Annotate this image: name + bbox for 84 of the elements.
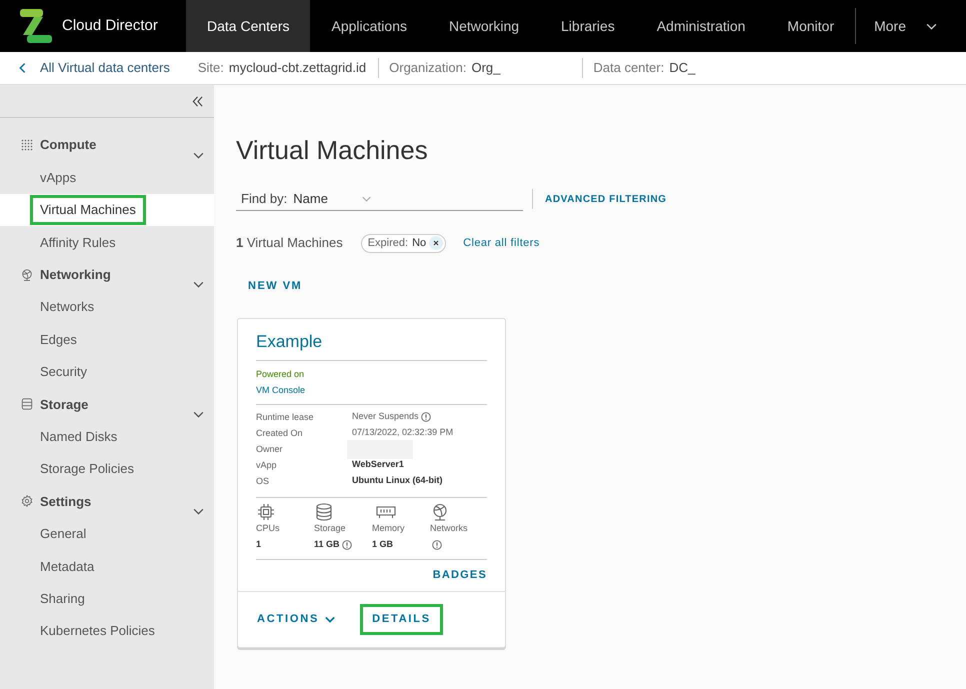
context-value: DC_ <box>669 59 696 78</box>
sidebar-item[interactable]: vApps <box>0 161 214 194</box>
app-title: Cloud Director <box>62 16 158 36</box>
detail-value: Ubuntu Linux (64-bit) <box>352 474 442 488</box>
resource-label: CPUs <box>256 522 280 535</box>
info-icon <box>342 540 352 550</box>
vm-console-link[interactable]: VM Console <box>256 382 306 398</box>
resource-label: Memory <box>372 522 405 535</box>
nav-tab[interactable]: Administration <box>636 0 766 52</box>
logo-icon <box>20 8 52 44</box>
chevron-left-icon <box>19 62 26 74</box>
detail-value: Never Suspends <box>352 410 419 424</box>
nav-tab[interactable]: Networking <box>428 0 540 52</box>
info-icon <box>420 412 431 422</box>
sidebar-group-label: Networking <box>40 266 111 284</box>
info-icon <box>432 540 442 550</box>
detail-value: WebServer1 <box>352 458 404 472</box>
new-vm-button[interactable]: NEW VM <box>236 270 314 302</box>
resource-value: 1 GB <box>372 538 394 552</box>
chevron-down-icon[interactable] <box>193 410 204 418</box>
detail-label: vApp <box>256 459 278 472</box>
advanced-filtering-link[interactable]: ADVANCED FILTERING <box>545 192 667 206</box>
chevron-down-icon <box>325 616 336 623</box>
resource-value: 11 GB <box>314 538 340 552</box>
close-icon[interactable] <box>429 236 444 250</box>
badges-link[interactable]: BADGES <box>432 567 487 583</box>
sidebar-item[interactable]: Affinity Rules <box>0 226 214 259</box>
more-menu-button[interactable]: More <box>856 0 938 52</box>
detail-label: Owner <box>256 443 284 456</box>
find-by-dropdown[interactable]: Find by: Name <box>236 187 523 211</box>
sidebar-item[interactable]: Named Disks <box>0 420 214 453</box>
sidebar-item[interactable]: General <box>0 518 214 550</box>
sidebar-group-label: Compute <box>40 136 96 154</box>
context-value: Org_ <box>471 59 500 78</box>
database-icon <box>315 503 333 521</box>
chevron-down-icon <box>362 196 371 202</box>
sidebar-item[interactable]: Edges <box>0 323 214 356</box>
collapse-sidebar-icon[interactable] <box>192 96 203 106</box>
context-label: Site: <box>198 59 224 78</box>
settings-icon <box>21 495 33 508</box>
nav-tab[interactable]: Libraries <box>540 0 636 52</box>
sidebar-item[interactable]: Sharing <box>0 582 214 615</box>
page-title: Virtual Machines <box>236 135 428 165</box>
chevron-down-icon[interactable] <box>193 152 204 159</box>
nav-tab[interactable]: Monitor <box>766 0 856 52</box>
details-button[interactable]: DETAILS <box>360 604 443 635</box>
chip-label: Expired: <box>368 236 408 251</box>
cpu-chip-icon <box>257 503 275 521</box>
vm-count: 1 Virtual Machines <box>236 234 343 252</box>
nav-tab[interactable]: Data Centers <box>186 0 310 52</box>
sidebar-item[interactable]: Security <box>0 356 214 388</box>
back-link[interactable]: All Virtual data centers <box>0 58 170 78</box>
sidebar-item[interactable]: Storage Policies <box>0 452 214 486</box>
clear-filters-link[interactable]: Clear all filters <box>463 234 540 252</box>
dot-grid-icon <box>21 139 33 152</box>
power-status: Powered on <box>256 368 304 381</box>
resource-value: 1 <box>256 538 262 552</box>
find-by-label: Find by: <box>241 190 288 208</box>
actions-dropdown-button[interactable]: ACTIONS <box>257 611 336 628</box>
detail-label: OS <box>256 475 270 488</box>
sidebar-group-label: Settings <box>40 492 92 511</box>
globe-icon <box>431 503 449 521</box>
resource-label: Storage <box>314 522 346 535</box>
detail-label: Created On <box>256 427 304 440</box>
database-icon <box>21 398 33 410</box>
sidebar-group-label: Storage <box>40 396 88 414</box>
nav-tab[interactable]: Applications <box>310 0 428 52</box>
chevron-down-icon[interactable] <box>193 281 204 288</box>
chevron-down-icon[interactable] <box>193 508 204 515</box>
memory-module-icon <box>376 505 396 519</box>
sidebar-item[interactable]: Virtual Machines <box>0 194 214 226</box>
sidebar-item[interactable]: Metadata <box>0 550 214 582</box>
globe-icon <box>21 268 33 281</box>
vm-name-link[interactable]: Example <box>256 332 322 351</box>
chevron-down-icon <box>926 22 938 30</box>
detail-value: 07/13/2022, 02:32:39 PM <box>352 426 454 440</box>
chip-value: No <box>412 236 426 251</box>
detail-label: Runtime lease <box>256 411 315 424</box>
sidebar-item[interactable]: Kubernetes Policies <box>0 614 214 648</box>
context-label: Organization: <box>389 59 466 78</box>
resource-label: Networks <box>430 522 468 535</box>
context-label: Data center: <box>593 59 664 78</box>
context-value: mycloud-cbt.zettagrid.id <box>228 59 366 78</box>
sidebar-item[interactable]: Networks <box>0 290 214 324</box>
